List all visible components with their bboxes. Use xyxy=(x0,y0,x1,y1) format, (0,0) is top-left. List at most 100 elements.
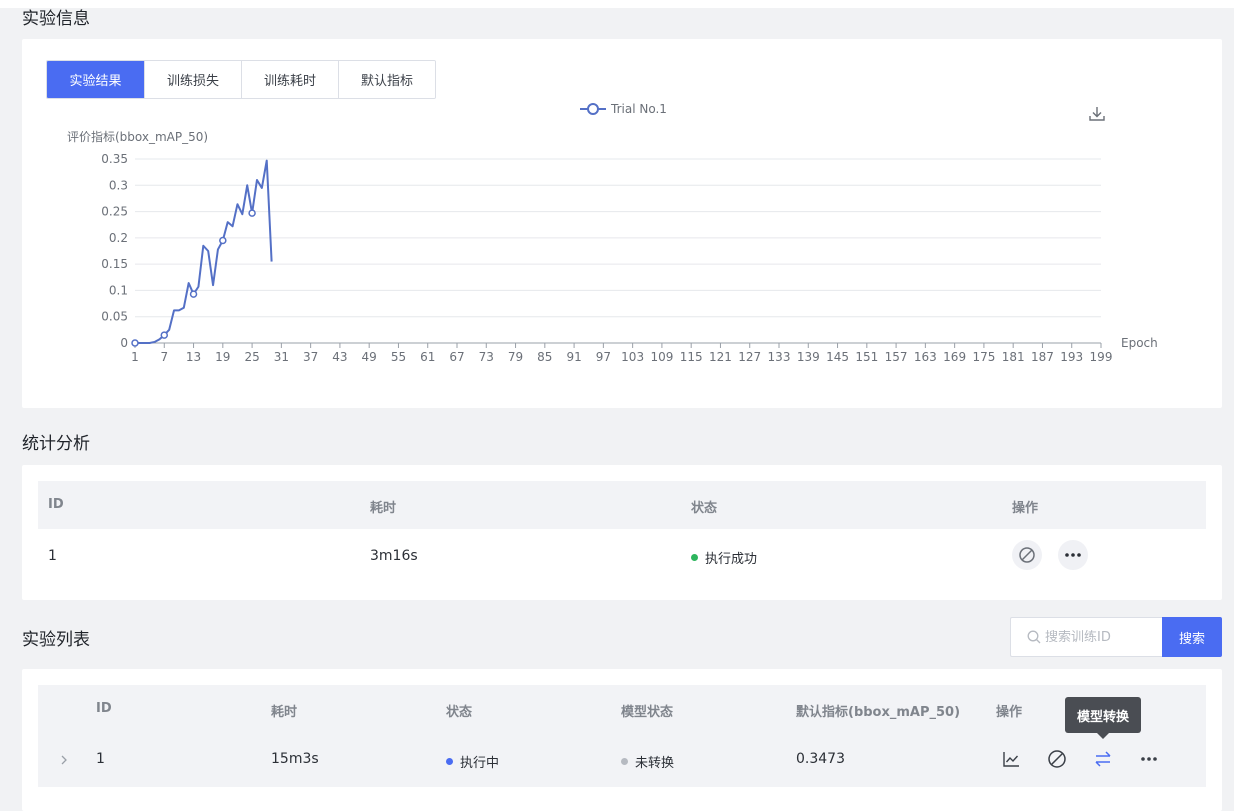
y-tick-label: 0.2 xyxy=(109,231,128,245)
x-tick-label: 67 xyxy=(449,350,464,364)
metric-chart: 0 0.05 0.1 0.15 0.2 0.25 0.3 0.35 1 7 13 19 25 31 37 43… xyxy=(101,152,1158,364)
x-tick-label: 49 xyxy=(362,350,377,364)
y-tick-label: 0.35 xyxy=(101,152,128,166)
x-tick-label: 115 xyxy=(680,350,703,364)
more-icon xyxy=(1065,553,1081,557)
y-tick-label: 0.1 xyxy=(109,283,128,297)
x-tick-label: 1 xyxy=(131,350,139,364)
y-tick-label: 0.05 xyxy=(101,310,128,324)
forbid-icon xyxy=(1019,547,1035,563)
stats-header-status: 状态 xyxy=(691,501,718,516)
stats-table-header: ID 耗时 状态 操作 xyxy=(38,481,1206,529)
x-tick-label: 55 xyxy=(391,350,406,364)
stats-row-status-text: 执行成功 xyxy=(705,552,758,567)
x-tick-label: 199 xyxy=(1090,350,1113,364)
status-success-dot xyxy=(691,554,698,561)
search-button[interactable]: 搜索 xyxy=(1162,617,1222,657)
x-tick-label: 103 xyxy=(621,350,644,364)
list-header-id: ID xyxy=(96,701,112,716)
tooltip-arrow xyxy=(1097,733,1109,739)
x-tick-label: 145 xyxy=(826,350,849,364)
x-tick-label: 73 xyxy=(479,350,494,364)
x-tick-label: 85 xyxy=(537,350,552,364)
stats-title: 统计分析 xyxy=(22,434,90,454)
more-button[interactable] xyxy=(1058,540,1088,570)
list-header-model-status: 模型状态 xyxy=(621,705,674,720)
stats-header-id: ID xyxy=(48,497,64,512)
expand-row-button[interactable] xyxy=(52,748,76,772)
stop-experiment-button[interactable] xyxy=(1045,747,1069,771)
experiment-info-title: 实验信息 xyxy=(22,9,90,29)
y-tick-label: 0.15 xyxy=(101,257,128,271)
search-field[interactable] xyxy=(1010,617,1163,657)
model-convert-button[interactable] xyxy=(1091,747,1115,771)
status-running-dot xyxy=(446,758,453,765)
search-icon xyxy=(1027,630,1041,644)
x-tick-label: 97 xyxy=(596,350,611,364)
experiment-list-title: 实验列表 xyxy=(22,630,90,650)
x-tick-label: 91 xyxy=(566,350,581,364)
line-chart-icon xyxy=(1003,752,1019,767)
x-tick-label: 169 xyxy=(943,350,966,364)
y-tick-label: 0 xyxy=(120,336,128,350)
x-tick-label: 13 xyxy=(186,350,201,364)
x-tick-label: 175 xyxy=(972,350,995,364)
x-tick-label: 193 xyxy=(1060,350,1083,364)
list-row-model-status: 未转换 xyxy=(621,752,674,771)
x-tick-label: 133 xyxy=(768,350,791,364)
x-tick-label: 7 xyxy=(160,350,168,364)
more-actions-button[interactable] xyxy=(1137,747,1161,771)
data-point xyxy=(189,290,198,298)
x-tick-label: 187 xyxy=(1031,350,1054,364)
stats-row-id: 1 xyxy=(48,548,57,564)
x-tick-label: 181 xyxy=(1002,350,1025,364)
list-header-status: 状态 xyxy=(446,705,473,720)
x-tick-label: 109 xyxy=(650,350,673,364)
stop-button[interactable] xyxy=(1012,540,1042,570)
stats-header-actions: 操作 xyxy=(1012,501,1039,516)
top-bar xyxy=(0,0,1234,8)
data-point xyxy=(131,339,139,347)
x-tick-label: 25 xyxy=(244,350,259,364)
experiment-list-card: ID 耗时 状态 模型状态 默认指标(bbox_mAP_50) 操作 1 15m… xyxy=(22,669,1222,811)
more-icon xyxy=(1141,757,1157,761)
stats-card: ID 耗时 状态 操作 1 3m16s 执行成功 xyxy=(22,465,1222,600)
data-point xyxy=(160,331,169,339)
view-chart-button[interactable] xyxy=(999,747,1023,771)
model-status-dot xyxy=(621,758,628,765)
stats-row-status: 执行成功 xyxy=(691,548,757,567)
x-axis-label: Epoch xyxy=(1121,336,1158,350)
list-row-id: 1 xyxy=(96,751,105,767)
chevron-right-icon xyxy=(61,755,67,765)
x-tick-label: 157 xyxy=(885,350,908,364)
list-row-model-status-text: 未转换 xyxy=(635,756,675,771)
series-line xyxy=(135,159,273,344)
x-tick-label: 139 xyxy=(797,350,820,364)
experiment-result-card: 实验结果 训练损失 训练耗时 默认指标 Trial No.1 评价指标(bbox… xyxy=(22,39,1222,408)
list-row-status-text: 执行中 xyxy=(460,756,500,771)
list-row-metric: 0.3473 xyxy=(796,751,845,767)
list-row-duration: 15m3s xyxy=(271,751,319,767)
list-header-actions: 操作 xyxy=(996,705,1023,720)
y-tick-label: 0.25 xyxy=(101,205,128,219)
x-tick-label: 61 xyxy=(420,350,435,364)
x-tick-label: 37 xyxy=(303,350,318,364)
data-point xyxy=(219,236,227,245)
x-tick-label: 79 xyxy=(508,350,523,364)
x-tick-label: 43 xyxy=(332,350,347,364)
x-tick-label: 31 xyxy=(274,350,289,364)
x-tick-label: 163 xyxy=(914,350,937,364)
list-row-status: 执行中 xyxy=(446,752,499,771)
x-tick-label: 19 xyxy=(215,350,230,364)
list-header-metric: 默认指标(bbox_mAP_50) xyxy=(796,705,961,720)
x-tick-label: 127 xyxy=(738,350,761,364)
search-input[interactable] xyxy=(1045,629,1155,645)
swap-icon xyxy=(1095,751,1111,767)
y-tick-label: 0.3 xyxy=(109,178,128,192)
stats-row-duration: 3m16s xyxy=(370,548,418,564)
experiment-table: ID 耗时 状态 模型状态 默认指标(bbox_mAP_50) 操作 1 15m… xyxy=(38,685,1206,787)
data-point xyxy=(248,209,256,217)
x-tick-label: 151 xyxy=(855,350,878,364)
model-convert-tooltip: 模型转换 xyxy=(1065,697,1141,733)
stats-header-duration: 耗时 xyxy=(370,501,397,516)
